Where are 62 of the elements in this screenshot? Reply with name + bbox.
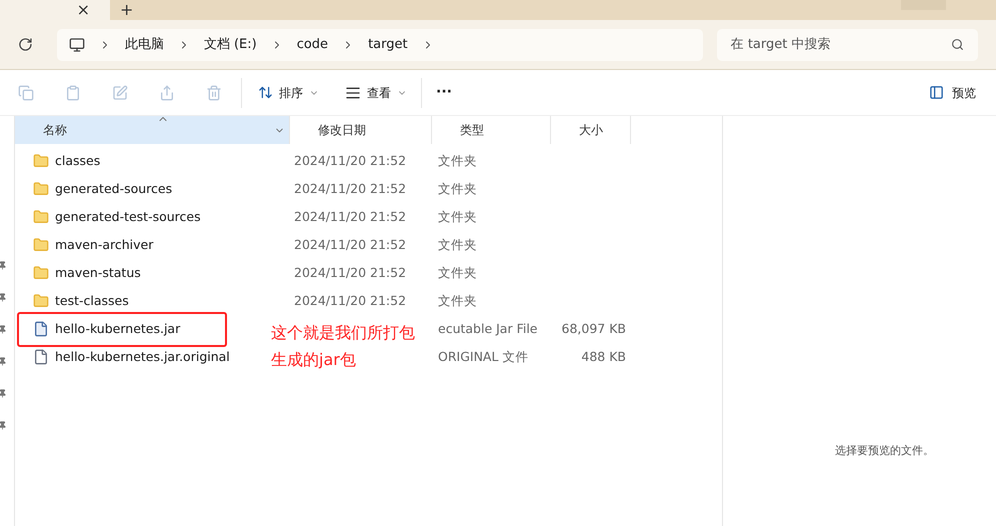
more-button[interactable]: ···: [436, 82, 452, 103]
folder-icon: [33, 265, 49, 281]
table-cell: 2024/11/20 21:52: [294, 152, 406, 168]
sort-icon: [258, 85, 273, 100]
table-cell: 2024/11/20 21:52: [294, 264, 406, 280]
folder-icon: [33, 181, 49, 197]
computer-icon: [68, 36, 85, 52]
file-name[interactable]: test-classes: [55, 292, 129, 310]
table-cell: 文件夹: [438, 292, 477, 308]
file-name[interactable]: generated-sources: [55, 180, 172, 198]
sort-button[interactable]: 排序: [258, 84, 319, 102]
table-cell: 68,097 KB: [562, 320, 626, 336]
lines-icon: [345, 84, 361, 100]
pin-icon[interactable]: [0, 261, 7, 270]
table-cell: 文件夹: [438, 152, 477, 168]
view-button[interactable]: 查看: [345, 84, 407, 102]
table-cell: 文件夹: [438, 236, 477, 252]
folder-icon: [33, 293, 49, 309]
search-field[interactable]: 在 target 中搜索: [716, 28, 978, 60]
table-cell: 2024/11/20 21:52: [294, 236, 406, 252]
pin-icon[interactable]: [0, 293, 7, 302]
folder-icon: [33, 237, 49, 253]
file-name[interactable]: classes: [55, 152, 100, 170]
preview-button[interactable]: 预览: [929, 84, 976, 102]
breadcrumb[interactable]: 文档 (E:): [204, 34, 257, 54]
breadcrumb[interactable]: 此电脑: [124, 34, 164, 54]
search-icon[interactable]: [951, 38, 964, 51]
table-cell: 文件夹: [438, 208, 477, 224]
file-name[interactable]: maven-archiver: [55, 236, 154, 254]
folder-icon: [33, 209, 49, 225]
tab[interactable]: ×: [0, 0, 110, 20]
breadcrumb[interactable]: code: [296, 34, 328, 54]
address-bar[interactable]: 此电脑 文档 (E:) code target: [56, 28, 703, 60]
file-name[interactable]: hello-kubernetes.jar.original: [55, 348, 230, 366]
close-tab-button[interactable]: ×: [76, 2, 90, 18]
refresh-icon[interactable]: [18, 37, 33, 52]
table-cell: 488 KB: [581, 348, 626, 364]
pin-icon[interactable]: [0, 389, 7, 398]
annotation-text: 这个就是我们所打包: [271, 322, 415, 344]
panel-icon: [929, 85, 944, 100]
table-cell: 2024/11/20 21:52: [294, 180, 406, 196]
file-icon: [33, 349, 49, 365]
table-cell: 2024/11/20 21:52: [294, 292, 406, 308]
new-tab-button[interactable]: +: [120, 2, 134, 18]
table-cell: 文件夹: [438, 180, 477, 196]
file-name[interactable]: maven-status: [55, 264, 141, 282]
table-cell: 2024/11/20 21:52: [294, 208, 406, 224]
column-header[interactable]: 名称: [15, 116, 290, 144]
file-name[interactable]: hello-kubernetes.jar: [55, 320, 180, 338]
file-icon: [33, 321, 49, 337]
annotation-text: 生成的jar包: [271, 349, 357, 371]
table-cell: ORIGINAL 文件: [438, 348, 528, 364]
pin-icon[interactable]: [0, 357, 7, 366]
pin-icon[interactable]: [0, 325, 7, 334]
breadcrumb[interactable]: target: [368, 34, 408, 54]
search-input[interactable]: 在 target 中搜索: [730, 34, 951, 54]
table-cell: ecutable Jar File: [438, 320, 538, 336]
folder-icon: [33, 153, 49, 169]
file-name[interactable]: generated-test-sources: [55, 208, 201, 226]
table-cell: 文件夹: [438, 264, 477, 280]
pin-icon[interactable]: [0, 421, 7, 430]
preview-message: 选择要预览的文件。: [835, 442, 934, 458]
